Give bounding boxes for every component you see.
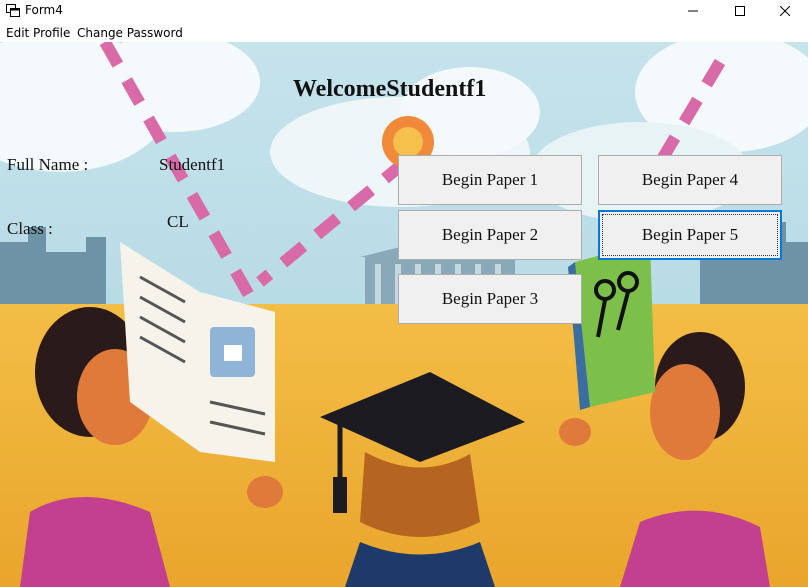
full-name-value: Studentf1: [159, 155, 226, 174]
close-button[interactable]: [762, 0, 808, 22]
menu-change-password[interactable]: Change Password: [77, 26, 183, 40]
class-label: Class :: [7, 219, 53, 238]
maximize-icon: [735, 6, 745, 16]
begin-paper-3-button[interactable]: Begin Paper 3: [398, 274, 582, 324]
form-client-area: WelcomeStudentf1 Full Name : Studentf1 C…: [0, 42, 808, 587]
begin-paper-1-button[interactable]: Begin Paper 1: [398, 155, 582, 205]
close-icon: [780, 6, 790, 16]
maximize-button[interactable]: [717, 0, 763, 22]
menu-edit-profile[interactable]: Edit Profile: [6, 26, 70, 40]
menu-bar: Edit Profile Change Password: [0, 22, 808, 42]
window-title: Form4: [25, 3, 63, 17]
begin-paper-2-button[interactable]: Begin Paper 2: [398, 210, 582, 260]
minimize-icon: [688, 10, 698, 12]
begin-paper-4-button[interactable]: Begin Paper 4: [598, 155, 782, 205]
title-bar[interactable]: Form4: [0, 0, 808, 22]
minimize-button[interactable]: [670, 0, 716, 22]
full-name-label: Full Name :: [7, 155, 89, 174]
begin-paper-5-button[interactable]: Begin Paper 5: [598, 210, 782, 260]
welcome-heading: WelcomeStudentf1: [293, 76, 487, 102]
app-icon: [6, 4, 20, 17]
class-value: CL: [167, 212, 189, 231]
